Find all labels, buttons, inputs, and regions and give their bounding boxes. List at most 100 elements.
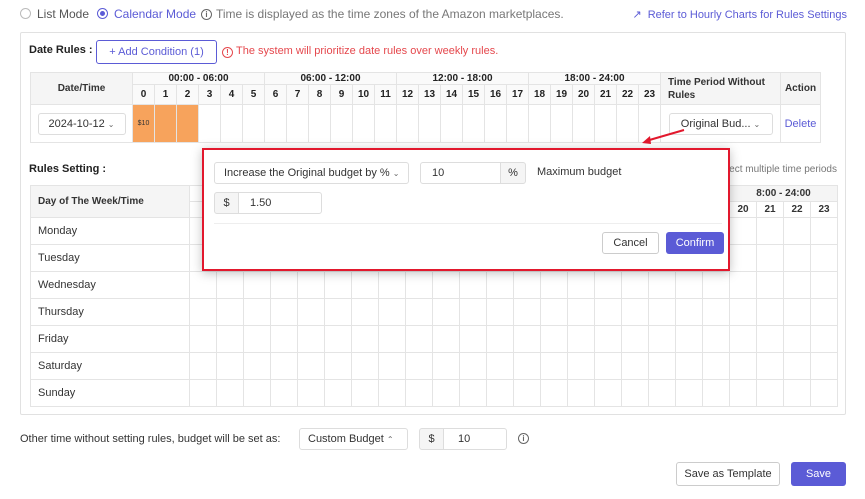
save-as-template-button[interactable]: Save as Template (676, 462, 780, 486)
hour-slot[interactable] (702, 379, 730, 407)
save-button[interactable]: Save (791, 462, 846, 486)
hour-slot[interactable] (540, 298, 568, 326)
hour-slot[interactable] (729, 271, 757, 299)
hour-slot[interactable] (810, 325, 838, 353)
hour-slot[interactable] (756, 244, 784, 272)
hour-slot[interactable] (675, 271, 703, 299)
hour-slot[interactable] (270, 352, 298, 380)
hour-slot[interactable] (729, 244, 757, 272)
hour-slot[interactable] (506, 104, 529, 143)
hour-slot[interactable] (486, 298, 514, 326)
default-budget-input[interactable]: 10 (443, 428, 507, 450)
hour-slot[interactable] (297, 271, 325, 299)
custom-budget-select[interactable]: Custom Budget ⌃ (299, 428, 408, 450)
hour-slot[interactable] (783, 379, 811, 407)
hour-slot[interactable] (198, 104, 221, 143)
hour-slot[interactable] (378, 352, 406, 380)
hour-slot[interactable] (378, 325, 406, 353)
hour-slot[interactable] (432, 325, 460, 353)
hour-slot[interactable] (648, 352, 676, 380)
date-select[interactable]: 2024-10-12 ⌄ (37, 112, 126, 135)
hour-slot[interactable] (486, 352, 514, 380)
hour-slot[interactable] (756, 271, 784, 299)
hour-slot[interactable] (378, 271, 406, 299)
hour-slot[interactable] (756, 352, 784, 380)
hour-slot[interactable] (729, 325, 757, 353)
hour-slot[interactable] (378, 298, 406, 326)
list-mode-radio[interactable] (20, 8, 31, 19)
hour-slot[interactable] (216, 298, 244, 326)
hour-slot[interactable] (675, 325, 703, 353)
hour-slot[interactable] (396, 104, 419, 143)
hour-slot[interactable] (729, 217, 757, 245)
hour-slot[interactable] (783, 271, 811, 299)
hour-slot[interactable] (189, 298, 217, 326)
hour-slot[interactable] (513, 325, 541, 353)
hour-slot[interactable] (297, 325, 325, 353)
hour-slot[interactable] (648, 298, 676, 326)
hour-slot[interactable] (189, 325, 217, 353)
hour-slot[interactable] (243, 352, 271, 380)
hour-slot[interactable] (783, 352, 811, 380)
hour-slot[interactable] (462, 104, 485, 143)
hour-slot[interactable] (648, 271, 676, 299)
hour-slot[interactable] (621, 298, 649, 326)
hour-slot[interactable] (405, 298, 433, 326)
hour-slot[interactable] (484, 104, 507, 143)
hour-slot[interactable] (756, 217, 784, 245)
hour-slot[interactable] (432, 298, 460, 326)
hour-slot[interactable] (572, 104, 595, 143)
hour-slot[interactable] (216, 271, 244, 299)
hour-slot[interactable] (176, 104, 199, 143)
hour-slot[interactable] (594, 352, 622, 380)
hour-slot[interactable] (324, 352, 352, 380)
hour-slot[interactable] (810, 271, 838, 299)
hour-slot[interactable] (243, 298, 271, 326)
hour-slot[interactable] (621, 379, 649, 407)
hour-slot[interactable] (540, 379, 568, 407)
hour-slot[interactable] (297, 379, 325, 407)
hour-slot[interactable] (459, 271, 487, 299)
hour-slot[interactable] (567, 298, 595, 326)
hour-slot[interactable] (702, 298, 730, 326)
hour-slot[interactable] (243, 325, 271, 353)
hour-slot[interactable] (405, 379, 433, 407)
hour-slot[interactable] (810, 217, 838, 245)
hour-slot[interactable] (567, 271, 595, 299)
hour-slot[interactable] (243, 379, 271, 407)
info-icon[interactable]: i (518, 433, 529, 444)
hour-slot[interactable] (405, 325, 433, 353)
hour-slot[interactable] (567, 352, 595, 380)
hourly-charts-link[interactable]: ↗ Refer to Hourly Charts for Rules Settin… (632, 8, 847, 21)
hour-slot[interactable] (594, 298, 622, 326)
hour-slot[interactable] (567, 325, 595, 353)
hour-slot[interactable] (264, 104, 287, 143)
hour-slot[interactable] (242, 104, 265, 143)
calendar-mode-label[interactable]: Calendar Mode (114, 7, 196, 21)
budget-mode-select[interactable]: Increase the Original budget by % ⌄ (214, 162, 409, 184)
hour-slot[interactable] (756, 379, 784, 407)
hour-slot[interactable] (378, 379, 406, 407)
hour-slot[interactable] (594, 325, 622, 353)
hour-slot[interactable] (513, 352, 541, 380)
hour-slot[interactable] (621, 325, 649, 353)
hour-slot[interactable] (351, 325, 379, 353)
hour-slot[interactable] (330, 104, 353, 143)
hour-slot[interactable] (324, 379, 352, 407)
hour-slot[interactable] (405, 271, 433, 299)
hour-slot[interactable] (528, 104, 551, 143)
hour-slot[interactable] (324, 298, 352, 326)
hour-slot[interactable] (810, 244, 838, 272)
hour-slot[interactable] (459, 298, 487, 326)
hour-slot[interactable] (783, 217, 811, 245)
hour-slot[interactable] (324, 271, 352, 299)
hour-slot[interactable] (783, 325, 811, 353)
hour-slot[interactable] (550, 104, 573, 143)
hour-slot[interactable] (702, 271, 730, 299)
list-mode-label[interactable]: List Mode (37, 7, 89, 21)
hour-slot[interactable] (540, 271, 568, 299)
hour-slot[interactable] (810, 298, 838, 326)
hour-slot[interactable] (594, 271, 622, 299)
hour-slot[interactable] (286, 104, 309, 143)
hour-slot[interactable] (216, 379, 244, 407)
